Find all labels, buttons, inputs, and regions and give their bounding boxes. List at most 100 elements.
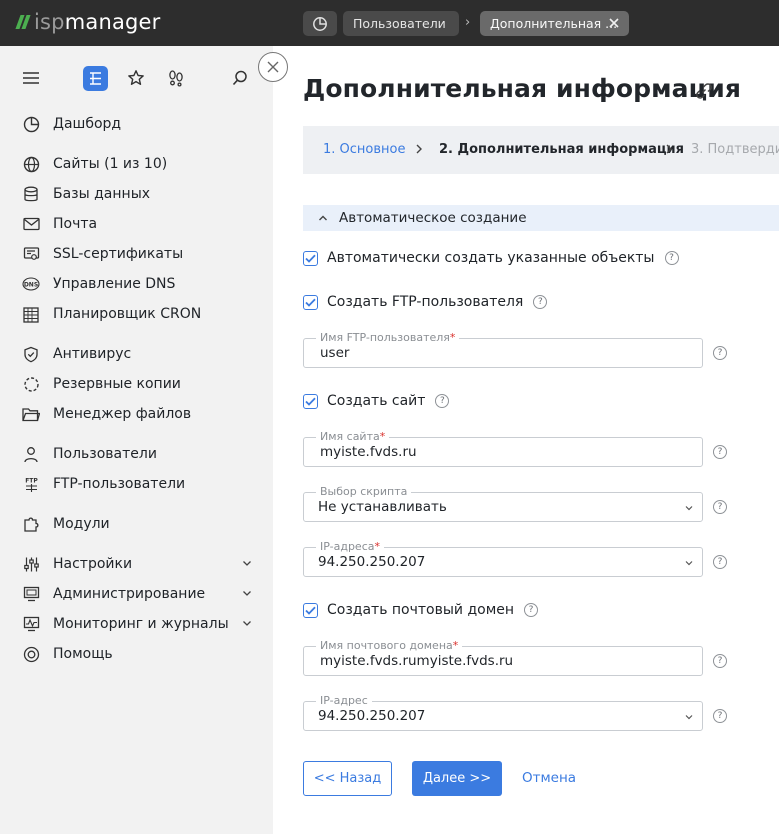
script-select[interactable]: Выбор скрипта Не устанавливать <box>303 485 703 522</box>
tab-additional-info[interactable]: Дополнительная ... <box>480 11 629 36</box>
script-select-value: Не устанавливать <box>318 499 447 515</box>
required-mark: * <box>452 639 459 652</box>
sidebar-item-label: Дашборд <box>53 116 122 132</box>
create-site-row: Создать сайт ? <box>303 393 450 409</box>
create-ftp-checkbox[interactable] <box>303 294 318 310</box>
user-icon <box>22 445 40 463</box>
sidebar-item-cron[interactable]: Планировщик CRON <box>22 303 257 325</box>
section-title: Автоматическое создание <box>339 210 527 226</box>
sidebar-item-settings[interactable]: Настройки <box>22 553 257 575</box>
sidebar-item-file-manager[interactable]: Менеджер файлов <box>22 403 257 425</box>
sidebar-item-label: Управление DNS <box>53 276 176 292</box>
sidebar-item-help[interactable]: Помощь <box>22 643 257 665</box>
help-icon[interactable]: ? <box>435 394 450 408</box>
mail-ip-value: 94.250.250.207 <box>318 708 426 724</box>
auto-create-checkbox[interactable] <box>303 250 318 266</box>
help-icon[interactable]: ? <box>713 654 727 668</box>
chevron-down-icon <box>243 621 251 626</box>
help-icon[interactable]: ? <box>533 295 548 309</box>
sliders-icon <box>22 555 40 573</box>
site-name-value: myiste.fvds.ru <box>320 444 417 460</box>
tab-users[interactable]: Пользователи <box>343 11 459 36</box>
ip-addresses-label: IP-адреса <box>320 540 375 553</box>
svg-text:DNS: DNS <box>24 281 38 288</box>
globe-icon <box>22 155 40 173</box>
sidebar-item-users[interactable]: Пользователи <box>22 443 257 465</box>
next-button[interactable]: Далее >> <box>412 761 502 796</box>
sidebar-item-sites[interactable]: Сайты (1 из 10) <box>22 153 257 175</box>
help-icon[interactable]: ? <box>713 555 727 569</box>
step-basic[interactable]: 1. Основное <box>323 142 405 157</box>
help-icon[interactable]: ? <box>664 251 679 265</box>
mail-ip-label: IP-адрес <box>316 694 372 708</box>
help-icon[interactable]: ? <box>713 445 727 459</box>
chevron-down-icon <box>243 561 251 566</box>
site-name-field[interactable]: Имя сайта* myiste.fvds.ru <box>303 430 703 467</box>
sidebar-item-label: Настройки <box>53 556 133 572</box>
ftp-username-value: user <box>320 345 350 361</box>
svg-text:FTP: FTP <box>25 477 38 484</box>
back-button[interactable]: << Назад <box>303 761 392 796</box>
sidebar-item-ftp-users[interactable]: FTP FTP-пользователи <box>22 473 257 495</box>
sidebar-item-modules[interactable]: Модули <box>22 513 257 535</box>
sidebar-item-monitoring[interactable]: Мониторинг и журналы <box>22 613 257 635</box>
home-tab[interactable] <box>303 11 337 36</box>
ip-addresses-select[interactable]: IP-адреса* 94.250.250.207 <box>303 540 703 577</box>
list-view-icon[interactable] <box>83 66 108 91</box>
chevron-up-icon <box>319 215 327 221</box>
cancel-button[interactable]: Отмена <box>522 770 576 786</box>
search-icon[interactable] <box>229 67 251 89</box>
help-icon[interactable]: ? <box>713 500 727 514</box>
mail-domain-field[interactable]: Имя почтового домена* myiste.fvds.rumyis… <box>303 639 703 676</box>
ftp-username-label: Имя FTP-пользователя <box>320 331 450 344</box>
dashboard-icon <box>22 115 40 133</box>
monitor-icon <box>22 585 40 603</box>
logo-prefix: isp <box>34 10 65 34</box>
create-mail-checkbox[interactable] <box>303 602 318 618</box>
star-icon[interactable] <box>125 67 147 89</box>
sidebar-item-label: Сайты (1 из 10) <box>53 156 168 172</box>
close-icon <box>267 61 279 73</box>
sidebar-item-label: SSL-сертификаты <box>53 246 184 262</box>
logo[interactable]: ispmanager <box>15 10 161 34</box>
certificate-icon <box>22 245 40 263</box>
sidebar-item-mail[interactable]: Почта <box>22 213 257 235</box>
mail-ip-select[interactable]: IP-адрес 94.250.250.207 <box>303 694 703 731</box>
required-mark: * <box>374 540 381 553</box>
sidebar-item-label: Базы данных <box>53 186 151 202</box>
chevron-down-icon <box>685 715 693 720</box>
link-icon[interactable] <box>694 81 714 101</box>
database-icon <box>22 185 40 203</box>
sidebar-item-ssl[interactable]: SSL-сертификаты <box>22 243 257 265</box>
menu-icon[interactable] <box>20 67 42 89</box>
close-form-button[interactable] <box>258 52 288 82</box>
sidebar-item-antivirus[interactable]: Антивирус <box>22 343 257 365</box>
create-ftp-label: Создать FTP-пользователя <box>327 294 524 310</box>
close-tab-icon[interactable] <box>607 16 621 30</box>
footsteps-icon[interactable] <box>165 67 187 89</box>
chevron-down-icon <box>685 506 693 511</box>
sidebar-item-databases[interactable]: Базы данных <box>22 183 257 205</box>
backup-icon <box>22 375 40 393</box>
help-icon[interactable]: ? <box>713 709 727 723</box>
site-name-label: Имя сайта <box>320 430 380 443</box>
create-site-checkbox[interactable] <box>303 393 318 409</box>
section-auto-create[interactable]: Автоматическое создание <box>303 205 779 231</box>
activity-icon <box>22 615 40 633</box>
tab-additional-info-label: Дополнительная ... <box>490 16 618 31</box>
breadcrumb-separator-icon: › <box>465 15 471 30</box>
sidebar-item-dns[interactable]: DNS Управление DNS <box>22 273 257 295</box>
sidebar-item-administration[interactable]: Администрирование <box>22 583 257 605</box>
sidebar-item-label: Менеджер файлов <box>53 406 192 422</box>
mail-domain-label: Имя почтового домена <box>320 639 453 652</box>
sidebar-item-label: Планировщик CRON <box>53 306 202 322</box>
sidebar-item-backups[interactable]: Резервные копии <box>22 373 257 395</box>
help-icon[interactable]: ? <box>524 603 539 617</box>
checkmark-icon <box>305 298 316 307</box>
dashboard-icon <box>313 16 327 31</box>
auto-create-row: Автоматически создать указанные объекты … <box>303 250 679 266</box>
help-icon[interactable]: ? <box>713 346 727 360</box>
puzzle-icon <box>22 515 40 533</box>
sidebar-item-dashboard[interactable]: Дашборд <box>22 113 257 135</box>
ftp-username-field[interactable]: Имя FTP-пользователя* user <box>303 331 703 368</box>
